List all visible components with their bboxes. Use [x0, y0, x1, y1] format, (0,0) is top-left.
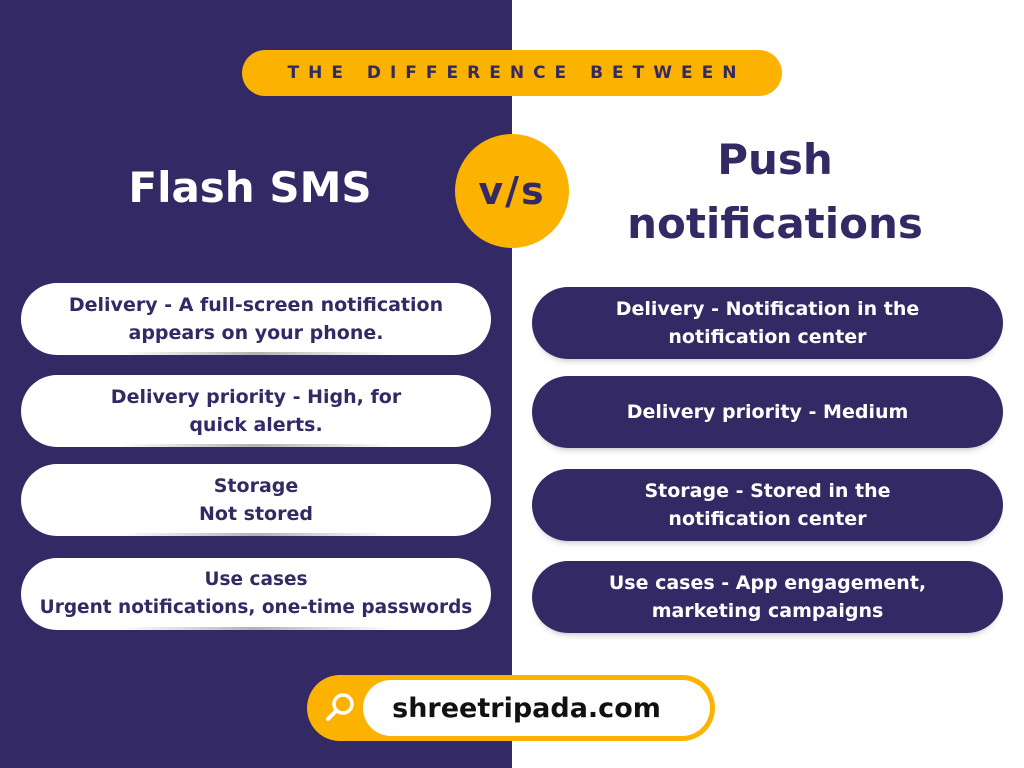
url-text: shreetripada.com — [392, 692, 661, 724]
card-text: Delivery priority - High, for quick aler… — [110, 386, 402, 436]
card-text: Storage - Stored in the notification cen… — [644, 480, 891, 530]
card-text: Delivery priority - Medium — [626, 401, 909, 423]
banner-text: THE DIFFERENCE BETWEEN — [287, 63, 746, 83]
versus-text: v/s — [478, 169, 546, 213]
search-icon — [326, 693, 354, 721]
card-text: Use cases Urgent notifications, one-time… — [39, 569, 473, 618]
flash-sms-title: Flash SMS — [128, 163, 372, 212]
push-storage-card: Storage - Stored in the notification cen… — [532, 469, 1003, 541]
flash-sms-delivery-card: Delivery - A full-screen notification ap… — [21, 283, 491, 355]
url-field[interactable]: shreetripada.com — [363, 680, 710, 736]
push-priority-card: Delivery priority - Medium — [532, 376, 1003, 448]
website-url-bar[interactable]: shreetripada.com — [307, 675, 715, 741]
card-text: Use cases - App engagement, marketing ca… — [608, 572, 927, 622]
header-banner: THE DIFFERENCE BETWEEN — [242, 50, 782, 96]
push-delivery-card: Delivery - Notification in the notificat… — [532, 287, 1003, 359]
push-use-cases-card: Use cases - App engagement, marketing ca… — [532, 561, 1003, 633]
card-text: Delivery - A full-screen notification ap… — [68, 294, 444, 344]
flash-sms-use-cases-card: Use cases Urgent notifications, one-time… — [21, 558, 491, 630]
card-text: Storage Not stored — [199, 475, 313, 525]
flash-sms-priority-card: Delivery priority - High, for quick aler… — [21, 375, 491, 447]
flash-sms-storage-card: Storage Not stored — [21, 464, 491, 536]
push-notifications-title: Push notifications — [627, 135, 923, 248]
versus-badge: v/s — [455, 134, 569, 248]
card-text: Delivery - Notification in the notificat… — [615, 298, 920, 348]
